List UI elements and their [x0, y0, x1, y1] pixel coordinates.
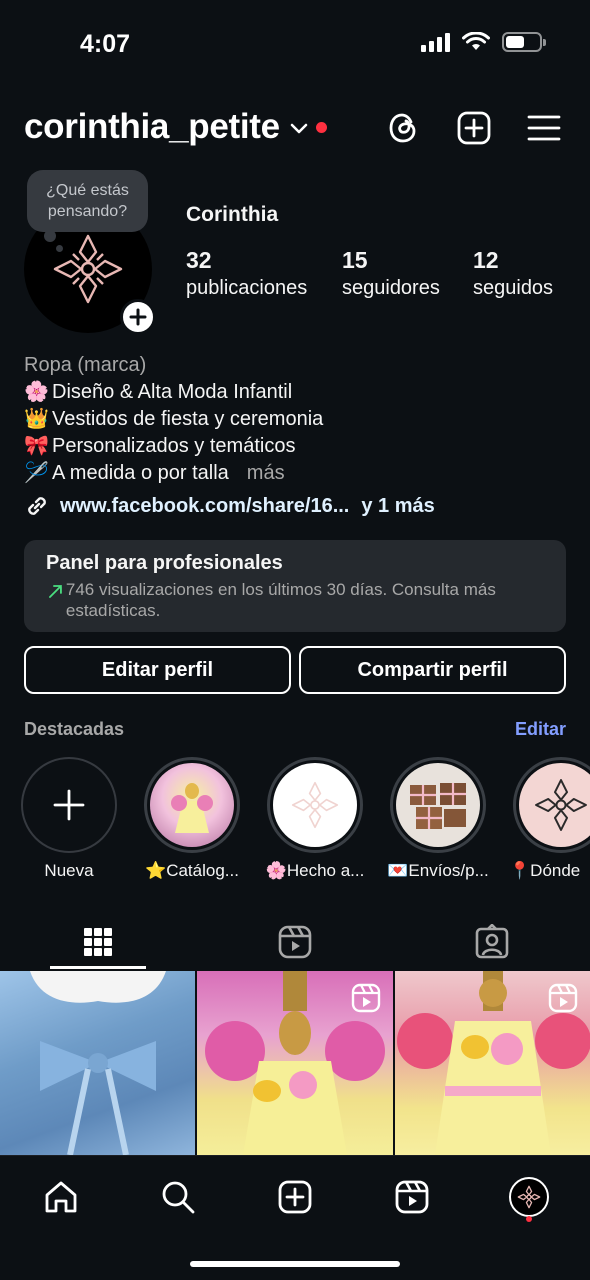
highlight-label: 💌Envíos/p...: [387, 861, 489, 880]
bio-link[interactable]: www.facebook.com/share/16... y 1 más: [24, 493, 435, 519]
bio-more-link[interactable]: más: [247, 462, 285, 484]
panel-title: Panel para profesionales: [46, 552, 283, 574]
highlight-catalog[interactable]: ⭐Catálog...: [144, 757, 240, 881]
tab-reels[interactable]: [197, 914, 393, 970]
profile-tabs: [0, 914, 590, 970]
highlight-new[interactable]: Nueva: [21, 757, 117, 881]
highlight-cover-logo: [519, 763, 590, 847]
panel-description: 746 visualizaciones en los últimos 30 dí…: [65, 580, 496, 620]
reel-indicator-icon: [351, 983, 380, 1013]
highlight-cover-dress: [150, 763, 234, 847]
status-icons: [421, 32, 546, 52]
profile-header: corinthia_petite: [24, 100, 566, 154]
post-thumbnail[interactable]: [0, 971, 196, 1155]
wifi-icon: [462, 32, 490, 50]
tagged-icon: [475, 924, 509, 959]
nav-home[interactable]: [36, 1172, 86, 1222]
note-bubble[interactable]: ¿Qué estás pensando?: [27, 170, 148, 232]
signal-icon: [421, 32, 450, 52]
highlight-location[interactable]: 📍Dónde: [509, 757, 590, 881]
reels-icon: [278, 925, 312, 959]
bio-line: 🪡 A medida o por talla más: [24, 462, 285, 484]
logo-ornament-icon: [291, 781, 339, 829]
stat-following[interactable]: 12 seguidos: [473, 246, 553, 302]
search-icon: [162, 1181, 195, 1214]
stat-followers[interactable]: 15 seguidores: [342, 246, 440, 302]
stat-value: 12: [473, 247, 499, 273]
logo-ornament-icon: [53, 234, 123, 304]
threads-icon[interactable]: [382, 106, 426, 150]
blue-dress-image: [30, 971, 166, 1155]
highlight-label: 📍Dónde: [509, 861, 581, 880]
status-bar: 4:07: [0, 0, 590, 88]
highlight-label: 🌸Hecho a...: [265, 861, 365, 880]
professional-dashboard[interactable]: Panel para profesionales 746 visualizaci…: [24, 540, 566, 632]
note-bubble-tail: [56, 245, 63, 252]
tab-grid[interactable]: [0, 914, 196, 970]
reels-icon: [395, 1180, 429, 1214]
bio-category: Ropa (marca): [24, 354, 147, 376]
username[interactable]: corinthia_petite: [24, 107, 280, 147]
stat-value: 32: [186, 247, 212, 273]
bio: Ropa (marca) 🌸 Diseño & Alta Moda Infanti…: [24, 352, 566, 487]
highlights-edit-link[interactable]: Editar: [515, 719, 566, 740]
highlight-cover-boxes: [396, 763, 480, 847]
tab-tagged[interactable]: [394, 914, 590, 970]
bio-line: 🌸 Diseño & Alta Moda Infantil: [24, 381, 293, 403]
menu-icon[interactable]: [522, 106, 566, 150]
highlight-label: Nueva: [44, 861, 94, 880]
plus-icon: [129, 308, 147, 326]
active-tab-indicator: [50, 966, 146, 969]
bio-line: 👑 Vestidos de fiesta y ceremonia: [24, 408, 324, 430]
nav-profile[interactable]: [504, 1172, 554, 1222]
posts-grid: [0, 971, 590, 1155]
profile-avatar: [509, 1177, 549, 1217]
highlight-label: ⭐Catálog...: [145, 861, 239, 880]
share-profile-button[interactable]: Compartir perfil: [299, 646, 566, 694]
nav-reels[interactable]: [387, 1172, 437, 1222]
highlights-header: Destacadas Editar: [24, 719, 566, 740]
home-indicator: [190, 1261, 400, 1267]
notification-dot: [526, 1216, 532, 1222]
battery-icon: [502, 32, 546, 52]
reel-indicator-icon: [548, 983, 578, 1013]
chevron-down-icon[interactable]: [290, 123, 308, 135]
highlights-title: Destacadas: [24, 719, 125, 739]
bio-link-text[interactable]: www.facebook.com/share/16...: [60, 495, 349, 518]
bio-link-more[interactable]: y 1 más: [361, 495, 434, 518]
plus-icon: [53, 789, 85, 821]
dress-image-icon: [171, 783, 213, 833]
add-story-button[interactable]: [120, 299, 156, 335]
create-plus-icon[interactable]: [452, 106, 496, 150]
grid-icon: [84, 928, 112, 956]
status-time: 4:07: [80, 30, 131, 58]
create-icon: [278, 1180, 312, 1214]
edit-profile-button[interactable]: Editar perfil: [24, 646, 291, 694]
display-name: Corinthia: [186, 203, 279, 226]
stat-label: publicaciones: [186, 277, 308, 299]
nav-search[interactable]: [153, 1172, 203, 1222]
stat-value: 15: [342, 247, 368, 273]
nav-create[interactable]: [270, 1172, 320, 1222]
note-bubble-tail: [44, 230, 56, 242]
logo-ornament-icon: [517, 1185, 541, 1209]
stat-posts[interactable]: 32 publicaciones: [186, 246, 307, 302]
logo-ornament-icon: [535, 779, 587, 831]
post-thumbnail[interactable]: [394, 971, 590, 1155]
link-icon: [28, 497, 46, 515]
bio-line: 🎀 Personalizados y temáticos: [24, 435, 296, 457]
trend-up-arrow-icon: [49, 585, 62, 598]
highlight-shipping[interactable]: 💌Envíos/p...: [387, 757, 489, 881]
notification-dot: [315, 121, 327, 133]
home-icon: [45, 1181, 77, 1213]
highlight-cover-logo: [273, 763, 357, 847]
gift-boxes-icon: [410, 783, 466, 829]
highlight-handmade[interactable]: 🌸Hecho a...: [266, 757, 364, 881]
stat-label: seguidores: [342, 277, 440, 299]
post-thumbnail[interactable]: [197, 971, 393, 1155]
stat-label: seguidos: [473, 277, 554, 299]
